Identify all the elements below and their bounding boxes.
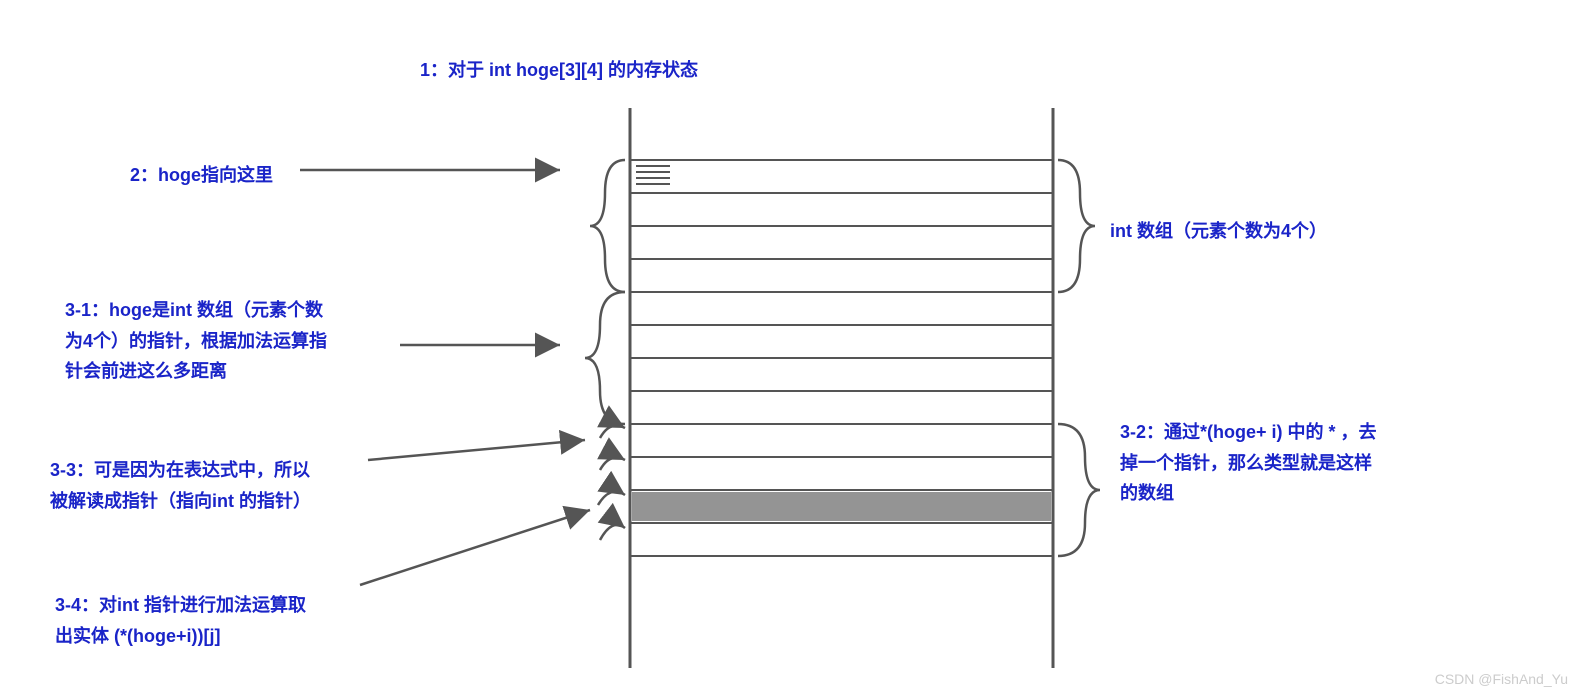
memory-diagram-svg [0,0,1588,695]
brace-left-group1 [590,160,625,292]
brace-right-group1 [1058,160,1095,292]
brace-left-group2 [585,292,625,424]
brace-right-group3 [1058,424,1100,556]
